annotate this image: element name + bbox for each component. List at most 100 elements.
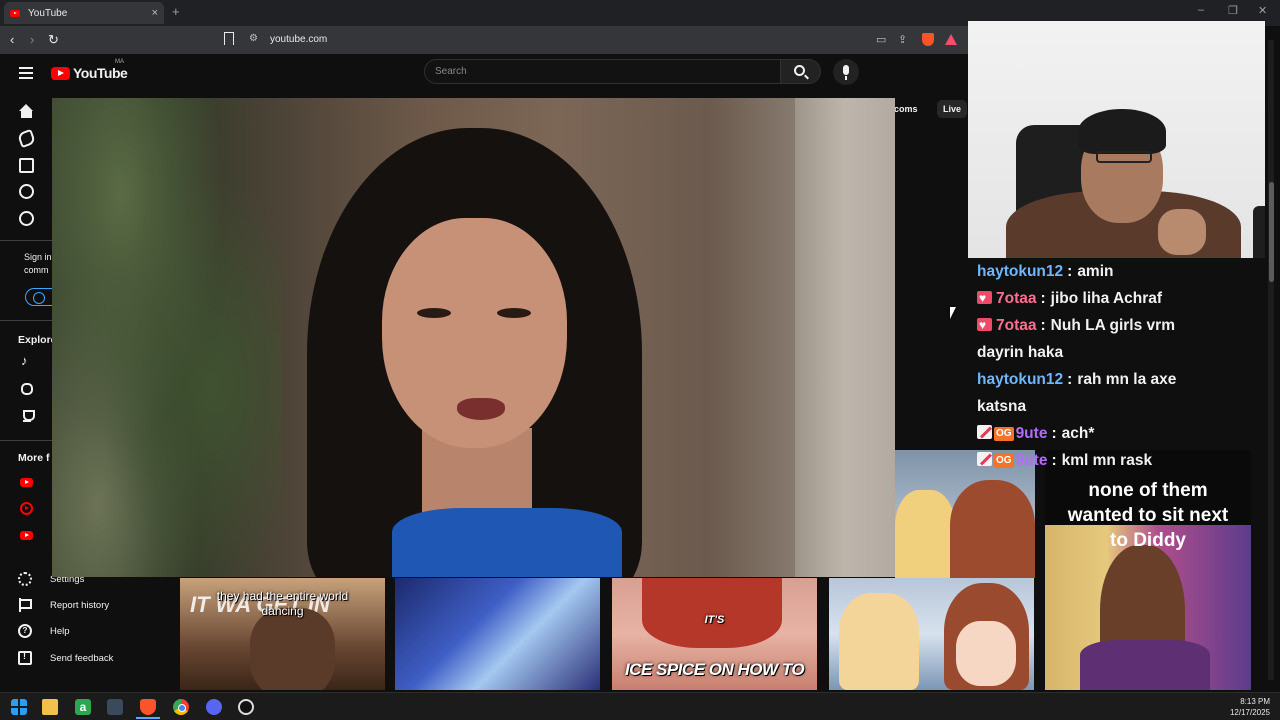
video-thumbnail[interactable] [395,578,600,690]
webcam-person-hand [1158,209,1206,255]
home-icon[interactable] [19,104,34,119]
music-icon[interactable] [21,353,33,368]
chat-separator: : [1051,425,1057,442]
obs-icon[interactable] [238,699,254,715]
thumbnail-caption: they had the entire world dancing [216,589,349,618]
new-tab-button[interactable]: + [172,4,180,19]
chat-text: amin [1077,263,1114,280]
minimize-button[interactable]: – [1198,4,1204,16]
cast-icon[interactable]: ▭ [876,33,886,46]
voice-search-icon[interactable] [833,59,859,85]
search-input[interactable]: Search [424,59,781,84]
chat-separator: : [1067,263,1073,280]
sidebar-item-label: Send feedback [50,652,114,664]
thumbnail-caption: none of them wanted to sit next to Diddy [1067,480,1229,551]
chat-text: ach* [1061,425,1095,442]
menu-icon[interactable] [19,67,33,79]
video-person-eye [417,308,451,318]
browser-toolbar: ‹ › ↻ ⚙ youtube.com ▭ ⇪ [0,26,968,54]
discord-icon[interactable] [206,699,222,715]
more-from-youtube-heading: More f [18,452,50,464]
chat-username[interactable]: 9ute [1016,425,1048,442]
file-explorer-icon[interactable] [42,699,58,715]
video-thumbnail[interactable]: IT'S ICE SPICE ON HOW TO [612,578,817,690]
you-icon[interactable] [19,184,34,199]
page-background [895,98,968,450]
chat-text: Nuh LA girls vrm [1050,317,1175,334]
chat-text: rah mn la axe [1077,371,1177,388]
webcam-person-beanie [1078,109,1166,154]
chat-message: 7otaa:jibo liha Achraf [977,285,1265,312]
page-scrollbar[interactable] [1268,40,1274,680]
thumbnail-hair [642,578,782,648]
system-clock[interactable]: 8:13 PM 12/17/2025 [1230,696,1270,718]
app-icon[interactable]: a [75,699,91,715]
site-info-icon[interactable]: ⚙ [249,33,258,44]
chat-username[interactable]: 7otaa [996,290,1037,307]
video-curtain [795,98,895,577]
back-button[interactable]: ‹ [10,32,14,47]
thumbnail-character [895,490,955,578]
youtube-logo[interactable]: YouTube MA [51,59,128,81]
video-person-eye [497,308,531,318]
sidebar-item-label: Help [50,625,70,637]
url-field[interactable]: youtube.com [270,34,327,45]
close-window-button[interactable]: ✕ [1258,4,1267,17]
chat-text: kml mn rask [1061,452,1153,469]
app-icon[interactable] [107,699,123,715]
reload-button[interactable]: ↻ [48,32,59,48]
chat-message: OG 9ute: kml mn rask [977,447,1265,474]
sword-badge-icon [977,452,992,466]
chrome-icon[interactable] [173,699,189,715]
thumbnail-character [950,480,1035,578]
tab-title: YouTube [28,7,68,19]
og-badge-icon: OG [994,427,1014,441]
chat-text: dayrin haka [977,344,1064,361]
youtube-music-icon[interactable] [20,502,33,515]
scrollbar-thumb[interactable] [1269,182,1274,282]
youtube-premium-icon[interactable] [20,478,33,487]
sidebar-item-help[interactable]: ? Help [18,622,70,640]
thumbnail-caption: ICE SPICE ON HOW TO [624,660,805,679]
windows-start-icon[interactable] [11,699,27,715]
chip-live[interactable]: Live [937,100,968,118]
restore-button[interactable]: ❐ [1228,4,1238,17]
sidebar-item-label: Report history [50,599,110,611]
tab-close-icon[interactable]: × [152,7,158,19]
shorts-icon[interactable] [16,128,37,149]
browser-tab-youtube[interactable]: YouTube × [4,2,164,24]
heart-badge-icon [977,312,992,339]
region-code: MA [115,59,124,65]
youtube-kids-icon[interactable] [20,531,33,540]
history-icon[interactable] [19,211,34,226]
sign-in-button[interactable] [25,288,52,306]
chat-username[interactable]: haytokun12 [977,263,1063,280]
video-person-mouth [457,398,505,420]
bookmark-icon[interactable] [224,32,234,45]
sidebar-divider [0,440,52,441]
forward-button[interactable]: › [30,32,34,47]
sidebar-item-send-feedback[interactable]: Send feedback [18,649,113,667]
chat-message: dayrin haka [977,339,1265,366]
chat-text: jibo liha Achraf [1050,290,1163,307]
video-thumbnail[interactable]: IT WA GET IN they had the entire world d… [180,578,385,690]
sidebar-divider [0,240,52,241]
video-thumbnail[interactable]: none of them wanted to sit next to Diddy [1045,450,1251,690]
brave-rewards-icon[interactable] [945,34,957,45]
share-icon[interactable]: ⇪ [898,33,907,46]
chat-text: katsna [977,398,1027,415]
sports-icon[interactable] [21,410,35,422]
video-thumbnail[interactable] [829,578,1034,690]
sidebar-item-report-history[interactable]: Report history [18,596,109,614]
chat-separator: : [1040,317,1046,334]
signin-prompt-line2: comm [24,265,49,275]
brave-shields-icon[interactable] [922,33,934,46]
gaming-icon[interactable] [21,383,33,395]
chat-username[interactable]: 7otaa [996,317,1037,334]
chat-username[interactable]: haytokun12 [977,371,1063,388]
search-button[interactable] [781,59,821,84]
video-overlay[interactable] [52,98,895,577]
subscriptions-icon[interactable] [19,158,34,173]
brave-browser-icon[interactable] [140,699,156,715]
chat-username[interactable]: 9ute [1016,452,1048,469]
